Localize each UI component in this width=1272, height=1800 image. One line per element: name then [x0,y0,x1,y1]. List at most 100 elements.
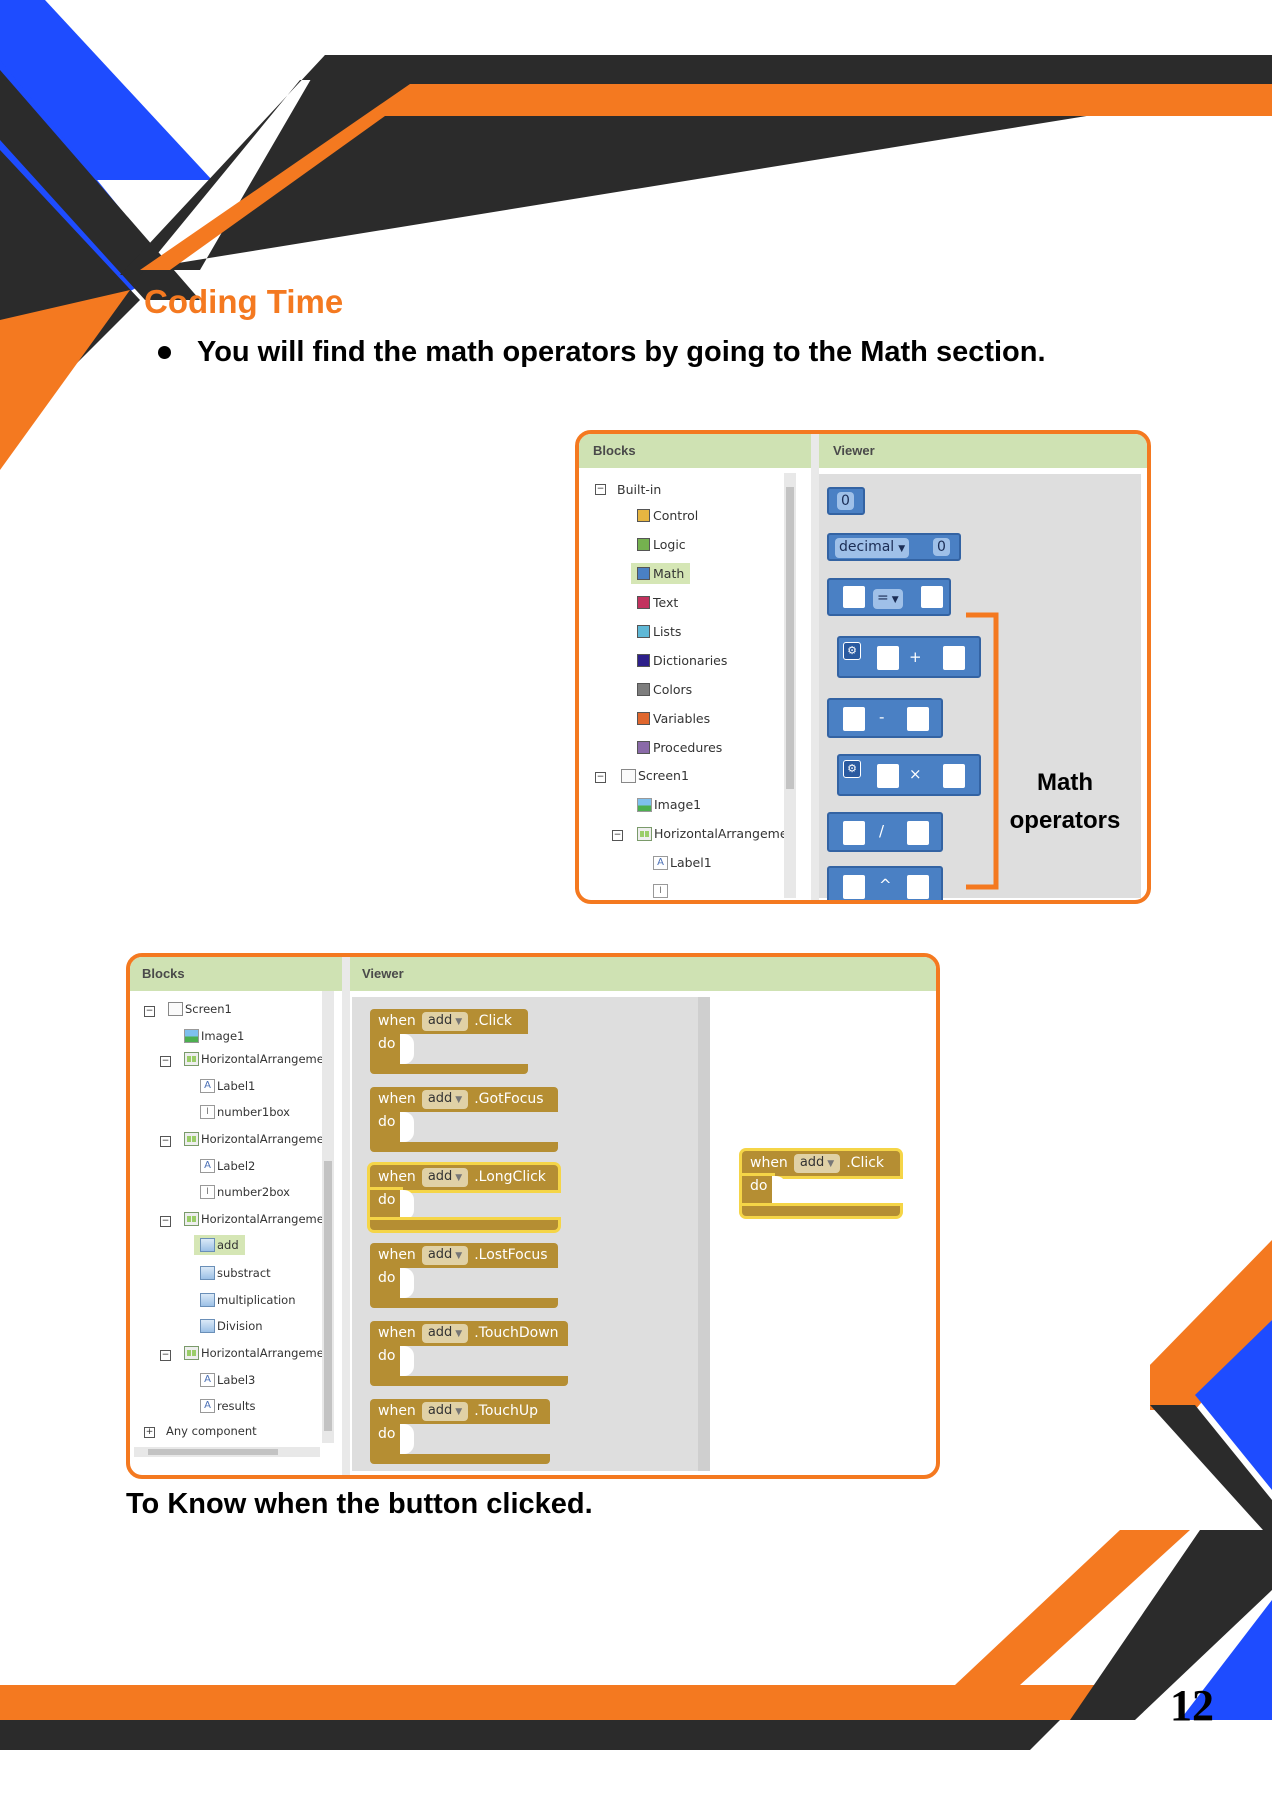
expand-icon[interactable]: + [144,1427,155,1438]
bullet-text: You will find the math operators by goin… [197,336,1046,368]
number-value[interactable]: 0 [837,492,854,510]
button-icon [200,1293,215,1307]
tree-dictionaries[interactable]: Dictionaries [637,653,727,668]
scroll-thumb[interactable] [786,487,794,789]
tree-harr1[interactable]: HorizontalArrangemer [184,1052,329,1066]
input-slot [843,586,865,608]
hscroll-thumb[interactable] [148,1449,278,1455]
scroll-thumb[interactable] [324,1161,332,1431]
button-icon [200,1266,215,1280]
image-icon [637,797,652,812]
component-dropdown[interactable]: add ▼ [421,1402,469,1421]
collapse-icon[interactable]: − [160,1056,171,1067]
tree-procedures[interactable]: Procedures [637,740,722,755]
multiply-block[interactable]: ⚙ × [837,754,981,796]
workspace [720,997,930,1471]
tree-results[interactable]: Aresults [200,1399,256,1413]
viewer-canvas: 0 decimal ▼ 0 = ▼ ⚙ + - ⚙ × / ^ Math ope… [819,474,1141,900]
tree-label3[interactable]: A Label3 [200,1373,255,1387]
chevron-down-icon: ▼ [455,1173,463,1183]
panel-header: Blocks Viewer [130,957,936,991]
chevron-down-icon: ▼ [898,544,906,554]
compare-dropdown[interactable]: = ▼ [873,589,903,609]
compare-block[interactable]: = ▼ [827,578,951,616]
tree-division[interactable]: Division [200,1319,263,1333]
subtract-block[interactable]: - [827,698,943,738]
tree-more: I [653,884,670,898]
tree-variables[interactable]: Variables [637,711,710,726]
add-block[interactable]: ⚙ + [837,636,981,678]
component-dropdown[interactable]: add ▼ [793,1154,841,1173]
tree-any-component[interactable]: Any component [166,1424,257,1438]
component-dropdown[interactable]: add ▼ [421,1324,469,1343]
component-dropdown[interactable]: add ▼ [421,1012,469,1031]
tree-harr[interactable]: HorizontalArrangemer [637,826,793,841]
arrangement-icon [184,1212,199,1226]
tree-colors[interactable]: Colors [637,682,692,697]
tree-text[interactable]: Text [637,595,678,610]
tree-builtin[interactable]: Built-in [617,482,661,497]
collapse-icon[interactable]: − [160,1136,171,1147]
math-swatch-icon [637,567,650,580]
button-icon [200,1319,215,1333]
tree-harr2[interactable]: HorizontalArrangemer [184,1132,329,1146]
divide-block[interactable]: / [827,812,943,852]
component-dropdown[interactable]: add ▼ [421,1168,469,1187]
lists-swatch-icon [637,625,650,638]
tree-multiplication[interactable]: multiplication [200,1293,295,1307]
variables-swatch-icon [637,712,650,725]
collapse-icon[interactable]: − [160,1350,171,1361]
component-dropdown[interactable]: add ▼ [421,1090,469,1109]
chevron-down-icon: ▼ [827,1159,835,1169]
collapse-icon[interactable]: − [144,1006,155,1017]
tree-add[interactable]: add [194,1235,245,1255]
tree-math[interactable]: Math [631,563,691,584]
gear-icon[interactable]: ⚙ [843,642,861,660]
decimal-dropdown[interactable]: decimal ▼ [835,538,910,558]
tree-number2box[interactable]: Inumber2box [200,1185,290,1199]
decimal-block[interactable]: decimal ▼ 0 [827,533,961,561]
number-block[interactable]: 0 [827,487,865,515]
collapse-icon[interactable]: − [595,772,606,783]
section-heading: Coding Time [144,283,344,320]
tree-harr4[interactable]: HorizontalArrangemer [184,1346,329,1360]
blocks-title: Blocks [142,966,185,981]
tree-substract[interactable]: substract [200,1266,271,1280]
tree-screen1[interactable]: Screen1 [621,768,689,783]
tree-label1[interactable]: A Label1 [653,855,712,870]
chevron-down-icon: ▼ [455,1329,463,1339]
drawer-scrollbar[interactable] [698,997,710,1471]
tree-label1[interactable]: A Label1 [200,1079,255,1093]
tree-scrollbar[interactable] [784,473,796,898]
input-slot [921,586,943,608]
component-dropdown[interactable]: add ▼ [421,1246,469,1265]
tree-scrollbar[interactable] [322,991,334,1443]
tree-harr3[interactable]: HorizontalArrangemer [184,1212,329,1226]
power-block[interactable]: ^ [827,866,943,900]
label-icon: A [200,1399,215,1413]
panel-header: Blocks Viewer [579,434,1147,468]
tree-label2[interactable]: A Label2 [200,1159,255,1173]
tree-hscrollbar[interactable] [134,1447,320,1457]
gear-icon[interactable]: ⚙ [843,760,861,778]
chevron-down-icon: ▼ [455,1095,463,1105]
viewer-title: Viewer [833,443,875,458]
tree-image1[interactable]: Image1 [184,1029,244,1043]
dictionaries-swatch-icon [637,654,650,667]
tree-lists[interactable]: Lists [637,624,681,639]
collapse-icon[interactable]: − [612,830,623,841]
operator-plus: + [909,648,922,666]
tree-screen1[interactable]: Screen1 [168,1002,232,1016]
textbox-icon: I [653,884,668,898]
decimal-value[interactable]: 0 [933,538,950,556]
collapse-icon[interactable]: − [595,484,606,495]
input-slot [877,646,899,670]
input-slot [843,821,865,845]
tree-logic[interactable]: Logic [637,537,686,552]
tree-number1box[interactable]: Inumber1box [200,1105,290,1119]
collapse-icon[interactable]: − [160,1216,171,1227]
math-blocks-screenshot: Blocks Viewer − Built-in Control Logic M… [575,430,1151,904]
tree-control[interactable]: Control [637,508,698,523]
tree-image1[interactable]: Image1 [637,797,701,812]
label-icon: A [653,855,668,870]
